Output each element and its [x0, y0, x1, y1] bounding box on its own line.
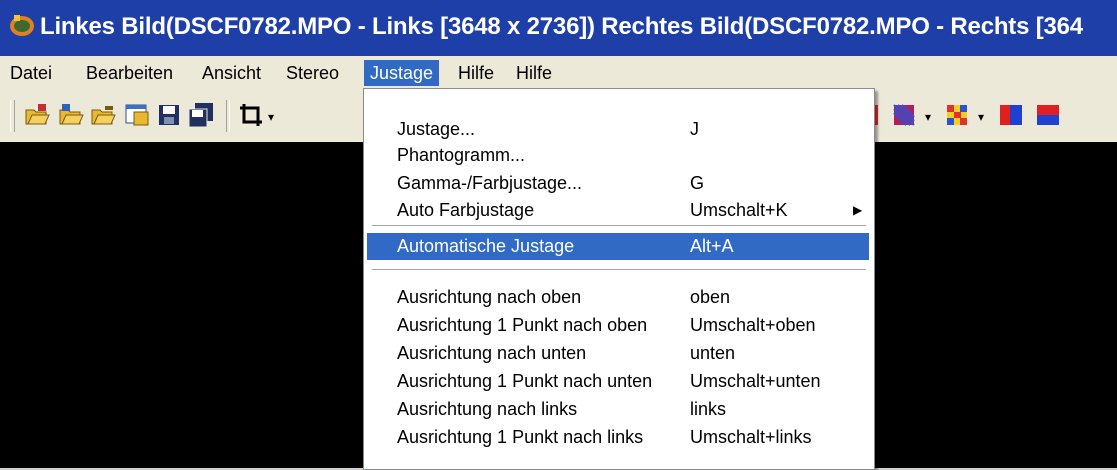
interlace-pattern-icon[interactable]: [945, 102, 971, 128]
save-all-icon[interactable]: [188, 102, 214, 128]
app-logo-icon: [10, 15, 34, 36]
anaglyph-dropdown-arrow-icon[interactable]: ▾: [925, 110, 931, 124]
menu-separator: [372, 269, 866, 271]
menu-item-label: Ausrichtung nach unten: [397, 343, 587, 363]
menu-item-automatische-justage[interactable]: Automatische Justage Alt+A: [367, 233, 869, 260]
menu-hilfe-2[interactable]: Hilfe: [510, 60, 558, 86]
menu-item-ausrichtung-unten[interactable]: Ausrichtung nach unten unten: [367, 340, 869, 367]
open-right-icon[interactable]: [58, 102, 84, 128]
menu-item-phantogramm[interactable]: Phantogramm...: [367, 142, 869, 169]
menu-item-label: Ausrichtung 1 Punkt nach unten: [397, 371, 653, 391]
menu-item-ausrichtung-1-punkt-unten[interactable]: Ausrichtung 1 Punkt nach unten Umschalt+…: [367, 368, 869, 395]
menu-item-label: Automatische Justage: [397, 236, 575, 256]
menu-item-shortcut: unten: [690, 343, 736, 363]
menu-item-gamma-farbjustage[interactable]: Gamma-/Farbjustage... G: [367, 170, 869, 197]
menu-ansicht[interactable]: Ansicht: [196, 60, 267, 86]
menu-item-label: Justage...: [397, 119, 476, 139]
menu-separator: [372, 225, 866, 227]
menu-item-ausrichtung-links[interactable]: Ausrichtung nach links links: [367, 396, 869, 423]
menu-item-label: Ausrichtung nach oben: [397, 287, 582, 307]
menu-item-label: Phantogramm...: [397, 145, 526, 165]
red-cyan-icon[interactable]: [998, 102, 1024, 128]
toolbar-grip[interactable]: [10, 100, 15, 132]
menu-item-shortcut: links: [690, 399, 727, 419]
menu-item-label: Auto Farbjustage: [397, 200, 535, 220]
menu-item-ausrichtung-1-punkt-oben[interactable]: Ausrichtung 1 Punkt nach oben Umschalt+o…: [367, 312, 869, 339]
menu-item-label: Ausrichtung 1 Punkt nach links: [397, 427, 644, 447]
interlace-dropdown-arrow-icon[interactable]: ▾: [978, 110, 984, 124]
crop-tool-icon[interactable]: [238, 102, 264, 128]
menu-item-shortcut: G: [690, 173, 705, 193]
menu-item-shortcut: Umschalt+K: [690, 200, 788, 220]
menu-stereo[interactable]: Stereo: [280, 60, 345, 86]
menu-item-shortcut: J: [690, 119, 699, 139]
menu-item-shortcut: Alt+A: [690, 236, 734, 256]
menu-item-shortcut: oben: [690, 287, 731, 307]
menu-bearbeiten[interactable]: Bearbeiten: [80, 60, 179, 86]
crop-dropdown-arrow-icon[interactable]: ▾: [268, 110, 274, 124]
menu-item-shortcut: Umschalt+links: [690, 427, 812, 447]
menu-item-label: Ausrichtung 1 Punkt nach oben: [397, 315, 648, 335]
menu-item-ausrichtung-1-punkt-links[interactable]: Ausrichtung 1 Punkt nach links Umschalt+…: [367, 424, 869, 451]
window-title: Linkes Bild(DSCF0782.MPO - Links [3648 x…: [40, 13, 1083, 40]
menu-item-label: Gamma-/Farbjustage...: [397, 173, 583, 193]
submenu-arrow-icon: ▶: [853, 203, 863, 217]
menu-item-shortcut: Umschalt+unten: [690, 371, 821, 391]
justage-menu: Justage... J Phantogramm... Gamma-/Farbj…: [363, 88, 875, 470]
menu-item-auto-farbjustage[interactable]: Auto Farbjustage Umschalt+K ▶: [367, 197, 869, 224]
save-icon[interactable]: [156, 102, 182, 128]
menu-justage[interactable]: Justage: [364, 60, 440, 86]
title-bar[interactable]: Linkes Bild(DSCF0782.MPO - Links [3648 x…: [0, 0, 1117, 56]
menu-item-justage[interactable]: Justage... J: [367, 116, 869, 143]
red-blue-icon[interactable]: [1035, 102, 1061, 128]
anaglyph-pattern-icon[interactable]: [892, 102, 918, 128]
menu-item-label: Ausrichtung nach links: [397, 399, 578, 419]
open-pair-icon[interactable]: [90, 102, 116, 128]
menu-datei[interactable]: Datei: [4, 60, 58, 86]
open-left-icon[interactable]: [24, 102, 50, 128]
menu-hilfe[interactable]: Hilfe: [452, 60, 500, 86]
menu-bar: Datei Bearbeiten Ansicht Stereo Justage …: [0, 56, 1117, 91]
menu-item-shortcut: Umschalt+oben: [690, 315, 816, 335]
view-icon[interactable]: [124, 102, 150, 128]
menu-item-ausrichtung-oben[interactable]: Ausrichtung nach oben oben: [367, 284, 869, 311]
toolbar-separator: [226, 100, 230, 132]
